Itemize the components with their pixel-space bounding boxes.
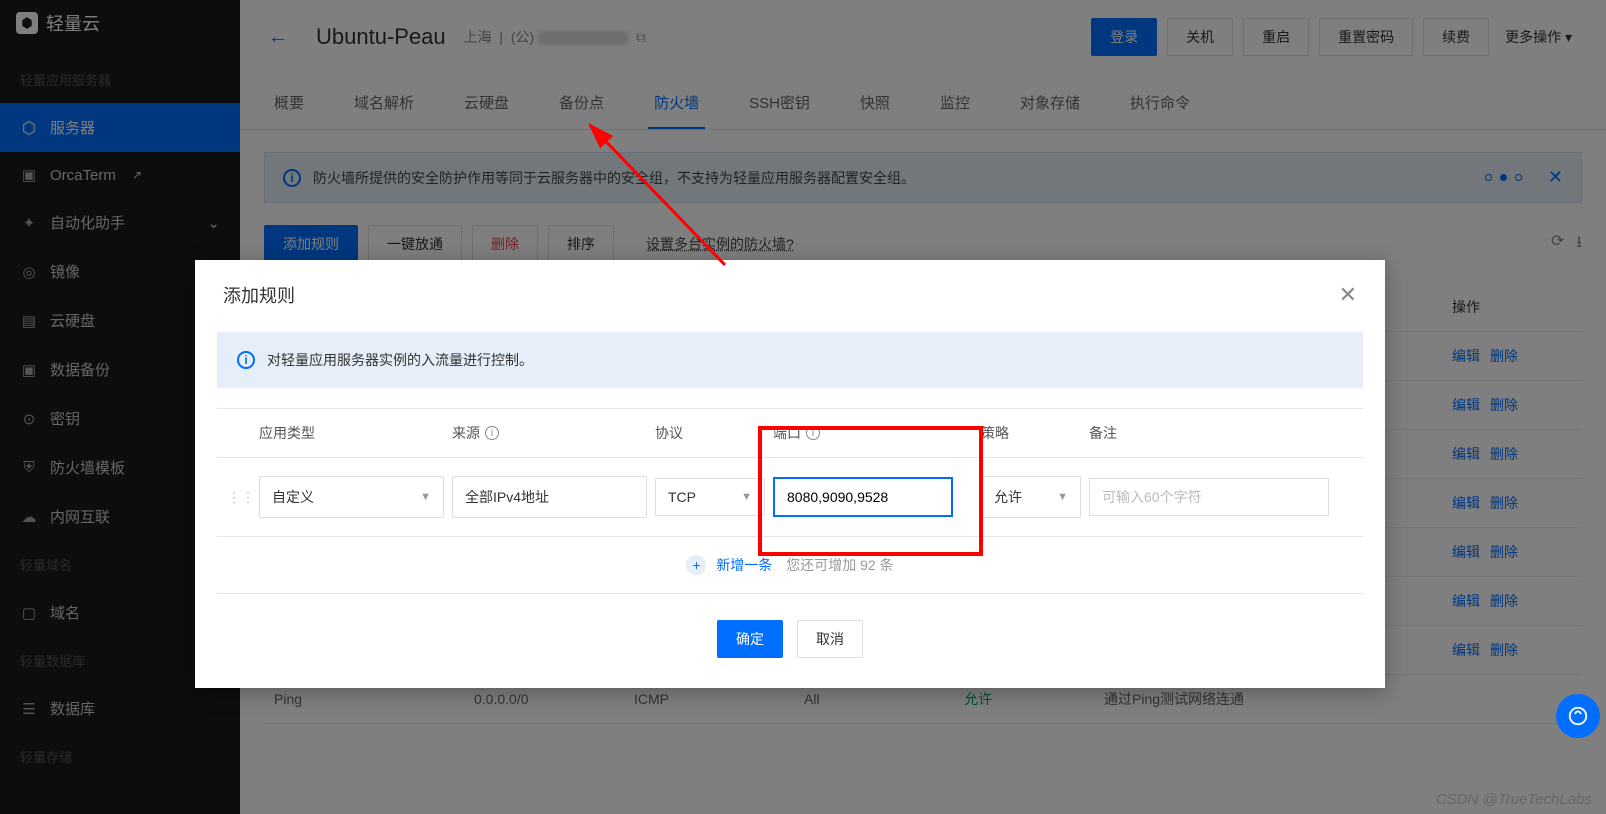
col-source: 来源i	[452, 423, 647, 443]
add-row: + 新增一条 您还可增加 92 条	[217, 537, 1363, 594]
modal-table-header: 应用类型 来源i 协议 端口i 策略 备注	[217, 408, 1363, 458]
help-floating-button[interactable]	[1556, 694, 1600, 738]
drag-handle-icon[interactable]: ⋮⋮	[227, 489, 251, 506]
remark-input[interactable]	[1089, 478, 1329, 516]
modal-title: 添加规则	[223, 282, 295, 308]
source-select[interactable]: 全部IPv4地址	[452, 476, 647, 518]
info-icon[interactable]: i	[485, 426, 499, 440]
rule-row: ⋮⋮ 自定义▼ 全部IPv4地址 TCP▼ 允许▼	[217, 458, 1363, 537]
cancel-button[interactable]: 取消	[797, 620, 863, 658]
port-input[interactable]	[773, 477, 953, 517]
info-icon: i	[237, 351, 255, 369]
ok-button[interactable]: 确定	[717, 620, 783, 658]
app-type-select[interactable]: 自定义▼	[259, 476, 444, 518]
info-icon[interactable]: i	[806, 426, 820, 440]
add-row-link[interactable]: 新增一条	[716, 557, 772, 573]
plus-icon[interactable]: +	[686, 555, 706, 575]
modal-header: 添加规则 ✕	[195, 260, 1385, 318]
modal-footer: 确定 取消	[195, 594, 1385, 688]
chevron-down-icon: ▼	[741, 491, 752, 503]
close-icon[interactable]: ✕	[1339, 282, 1357, 308]
col-policy: 策略	[981, 423, 1081, 443]
policy-select[interactable]: 允许▼	[981, 476, 1081, 518]
chevron-down-icon: ▼	[1057, 491, 1068, 503]
watermark: CSDN @TrueTechLabs	[1436, 791, 1592, 808]
col-remark: 备注	[1089, 423, 1353, 443]
col-app-type: 应用类型	[259, 423, 444, 443]
remain-text: 您还可增加 92 条	[786, 557, 893, 573]
chevron-down-icon: ▼	[420, 491, 431, 503]
col-port: 端口i	[773, 423, 973, 443]
modal-banner-text: 对轻量应用服务器实例的入流量进行控制。	[267, 350, 533, 370]
modal-info-banner: i 对轻量应用服务器实例的入流量进行控制。	[217, 332, 1363, 388]
add-rule-modal: 添加规则 ✕ i 对轻量应用服务器实例的入流量进行控制。 应用类型 来源i 协议…	[195, 260, 1385, 688]
protocol-select[interactable]: TCP▼	[655, 478, 765, 516]
col-protocol: 协议	[655, 423, 765, 443]
modal-table: 应用类型 来源i 协议 端口i 策略 备注 ⋮⋮ 自定义▼ 全部IPv4地址 T…	[195, 388, 1385, 594]
